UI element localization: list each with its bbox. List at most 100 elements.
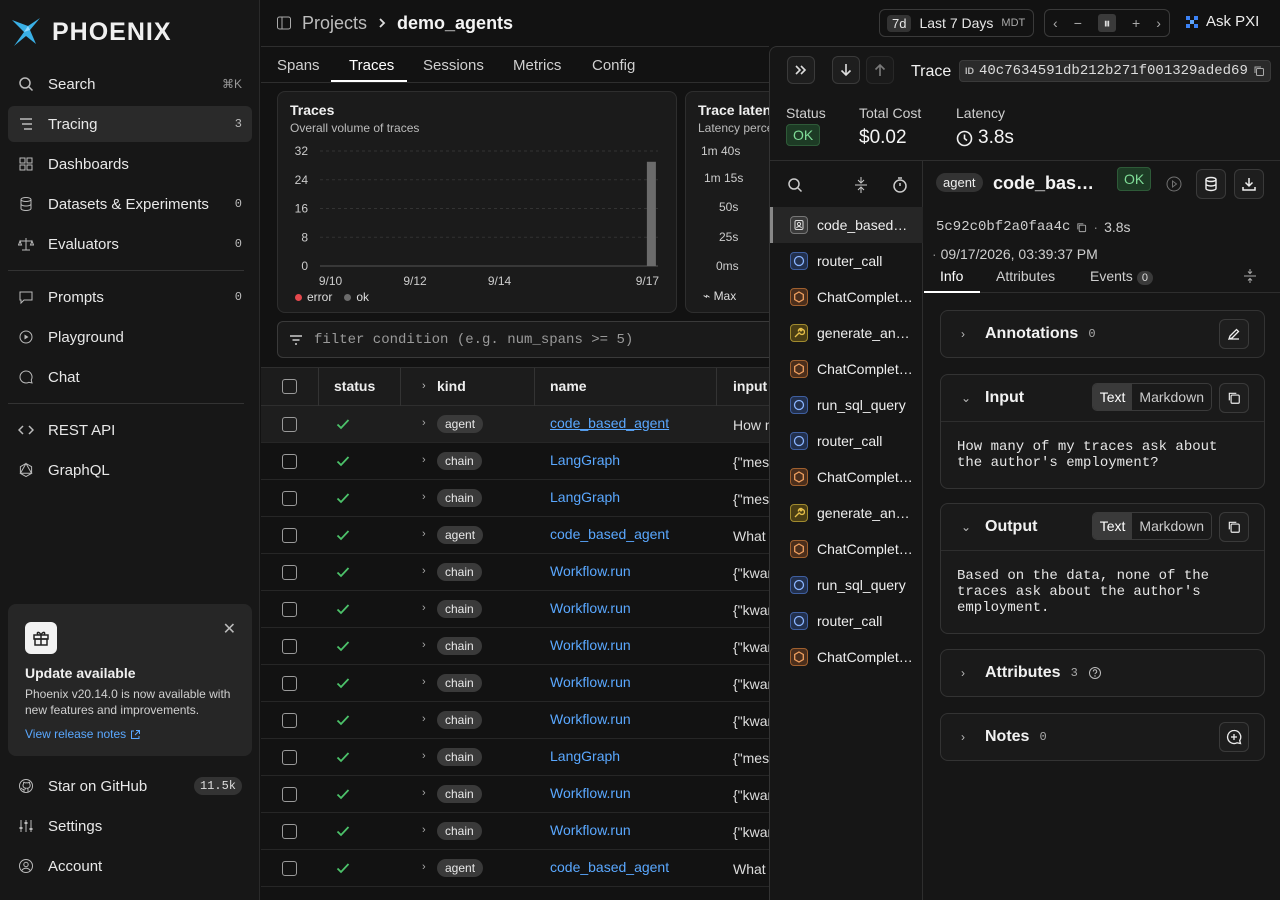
sidebar-item-search[interactable]: Search ⌘K [8, 66, 252, 102]
row-checkbox[interactable] [282, 787, 297, 802]
collapse-all-icon[interactable] [1242, 268, 1258, 284]
copy-output-button[interactable] [1219, 512, 1249, 542]
replay-button[interactable] [1159, 169, 1189, 199]
column-header-status[interactable]: status [334, 378, 375, 394]
ask-pxi-button[interactable]: Ask PXI [1185, 13, 1259, 30]
trace-name-link[interactable]: LangGraph [550, 489, 620, 505]
prev-range-icon[interactable]: ‹ [1053, 15, 1058, 31]
row-checkbox[interactable] [282, 491, 297, 506]
table-row[interactable]: › chain Workflow.run {"kwargs [261, 813, 769, 850]
time-range-picker[interactable]: 7d Last 7 Days MDT [879, 9, 1034, 37]
sidebar-item-github[interactable]: Star on GitHub 11.5k [8, 768, 252, 804]
span-tree-item[interactable]: router_call [770, 603, 923, 639]
expand-row-icon[interactable]: › [422, 861, 426, 873]
row-checkbox[interactable] [282, 528, 297, 543]
tab-info[interactable]: Info [940, 268, 963, 284]
sidebar-item-account[interactable]: Account [8, 848, 252, 884]
tab-attributes[interactable]: Attributes [996, 268, 1055, 284]
expand-row-icon[interactable]: › [422, 602, 426, 614]
row-checkbox[interactable] [282, 454, 297, 469]
filter-input[interactable] [314, 331, 754, 348]
table-row[interactable]: › chain Workflow.run {"kwargs [261, 591, 769, 628]
table-row[interactable]: › chain Workflow.run {"kwargs [261, 628, 769, 665]
trace-name-link[interactable]: LangGraph [550, 452, 620, 468]
timer-icon[interactable] [892, 176, 908, 194]
span-tree-item[interactable]: code_based_agent [770, 207, 923, 243]
column-header-kind[interactable]: kind [437, 378, 466, 394]
notes-header[interactable]: › Notes 0 [961, 728, 1047, 746]
breadcrumb-projects[interactable]: Projects [302, 13, 367, 34]
tab-sessions[interactable]: Sessions [423, 57, 484, 74]
span-tree-item[interactable]: generate_analysis [770, 495, 923, 531]
table-row[interactable]: › chain Workflow.run {"kwargs [261, 702, 769, 739]
sidebar-item-playground[interactable]: Playground [8, 319, 252, 355]
sidebar-item-evaluators[interactable]: Evaluators 0 [8, 226, 252, 262]
next-range-icon[interactable]: › [1156, 15, 1161, 31]
next-trace-button[interactable] [832, 56, 860, 84]
format-text-button[interactable]: Text [1092, 384, 1133, 410]
expand-all-icon[interactable]: › [422, 380, 426, 392]
trace-name-link[interactable]: Workflow.run [550, 600, 631, 616]
row-checkbox[interactable] [282, 565, 297, 580]
annotations-header[interactable]: › Annotations 0 [961, 325, 1096, 343]
edit-annotations-button[interactable] [1219, 319, 1249, 349]
table-row[interactable]: › chain Workflow.run {"kwargs [261, 665, 769, 702]
trace-name-link[interactable]: Workflow.run [550, 637, 631, 653]
copy-input-button[interactable] [1219, 383, 1249, 413]
table-row[interactable]: › chain Workflow.run {"kwargs [261, 554, 769, 591]
trace-name-link[interactable]: code_based_agent [550, 526, 669, 542]
table-row[interactable]: › agent code_based_agent How many [261, 406, 769, 443]
sidebar-item-rest-api[interactable]: REST API [8, 412, 252, 448]
release-notes-link[interactable]: View release notes [25, 727, 235, 741]
format-markdown-button[interactable]: Markdown [1132, 384, 1211, 410]
search-icon[interactable] [787, 177, 803, 193]
trace-name-link[interactable]: Workflow.run [550, 674, 631, 690]
select-all-checkbox[interactable] [282, 379, 297, 394]
sidebar-item-graphql[interactable]: GraphQL [8, 452, 252, 488]
table-row[interactable]: › agent code_based_agent What is [261, 850, 769, 887]
expand-row-icon[interactable]: › [422, 454, 426, 466]
copy-icon[interactable] [1253, 65, 1265, 77]
column-header-name[interactable]: name [550, 378, 587, 394]
expand-row-icon[interactable]: › [422, 639, 426, 651]
sidebar-item-chat[interactable]: Chat [8, 359, 252, 395]
row-checkbox[interactable] [282, 824, 297, 839]
span-tree-item[interactable]: ChatCompletion [770, 639, 923, 675]
expand-row-icon[interactable]: › [422, 417, 426, 429]
zoom-out-icon[interactable]: − [1074, 15, 1082, 31]
trace-name-link[interactable]: Workflow.run [550, 563, 631, 579]
sidebar-item-dashboards[interactable]: Dashboards [8, 146, 252, 182]
sidebar-toggle-icon[interactable] [276, 15, 292, 31]
table-row[interactable]: › chain Workflow.run {"kwargs [261, 776, 769, 813]
table-row[interactable]: › agent code_based_agent What is [261, 517, 769, 554]
attributes-header[interactable]: › Attributes 3 [961, 664, 1102, 682]
tab-events[interactable]: Events 0 [1090, 268, 1153, 285]
span-tree-item[interactable]: router_call [770, 243, 923, 279]
table-row[interactable]: › chain LangGraph {"messages [261, 443, 769, 480]
trace-name-link[interactable]: Workflow.run [550, 711, 631, 727]
expand-row-icon[interactable]: › [422, 713, 426, 725]
copy-icon[interactable] [1076, 222, 1087, 233]
sidebar-item-settings[interactable]: Settings [8, 808, 252, 844]
row-checkbox[interactable] [282, 713, 297, 728]
row-checkbox[interactable] [282, 676, 297, 691]
help-icon[interactable] [1088, 666, 1102, 680]
collapse-vertical-icon[interactable] [853, 176, 869, 194]
span-tree-item[interactable]: ChatCompletion [770, 531, 923, 567]
span-tree-item[interactable]: run_sql_query [770, 567, 923, 603]
span-tree-item[interactable]: generate_analysis [770, 315, 923, 351]
previous-trace-button[interactable] [866, 56, 894, 84]
expand-row-icon[interactable]: › [422, 491, 426, 503]
add-note-button[interactable] [1219, 722, 1249, 752]
expand-row-icon[interactable]: › [422, 528, 426, 540]
row-checkbox[interactable] [282, 602, 297, 617]
span-tree-item[interactable]: router_call [770, 423, 923, 459]
tab-config[interactable]: Config [592, 57, 635, 74]
span-tree-item[interactable]: ChatCompletion [770, 279, 923, 315]
close-icon[interactable]: ✕ [223, 619, 236, 639]
trace-name-link[interactable]: Workflow.run [550, 822, 631, 838]
table-row[interactable]: › chain LangGraph {"messages [261, 480, 769, 517]
row-checkbox[interactable] [282, 750, 297, 765]
span-tree-item[interactable]: run_sql_query [770, 387, 923, 423]
input-header[interactable]: ⌄ Input [961, 389, 1024, 407]
